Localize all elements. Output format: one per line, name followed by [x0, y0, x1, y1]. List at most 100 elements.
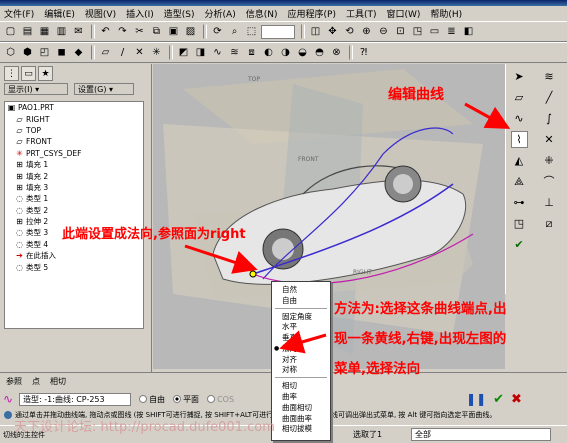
menu-item[interactable]: 编辑(E) [44, 7, 75, 20]
datum-axis-icon[interactable]: ╱ [541, 89, 558, 106]
radio-button[interactable] [139, 395, 148, 403]
menu-item[interactable]: 造型(S) [164, 7, 195, 20]
menu-item[interactable]: 视图(V) [85, 7, 116, 20]
tree-item[interactable]: ▱ TOP [5, 125, 143, 136]
select-arrow-icon[interactable]: ➤ [511, 68, 528, 85]
curve-on-surface-icon[interactable]: ∿ [210, 45, 225, 60]
sketch-curve-icon[interactable]: ∫ [541, 110, 558, 127]
spin-center-icon[interactable]: ✥ [325, 24, 340, 39]
surface-icon[interactable]: ◩ [176, 45, 191, 60]
redo-icon[interactable]: ↷ [115, 24, 130, 39]
section-analysis-icon[interactable]: ⧈ [244, 45, 259, 60]
trim-icon[interactable]: ⟁ [511, 173, 528, 190]
edit-curve-icon[interactable]: ⌇ [510, 131, 528, 148]
active-plane-icon[interactable]: ▱ [511, 89, 528, 106]
hidden-line-icon[interactable]: ⬢ [20, 45, 35, 60]
view-manager-icon[interactable]: ◧ [461, 24, 476, 39]
refit-icon[interactable]: ⊡ [393, 24, 408, 39]
curvature-analysis-icon[interactable]: ≋ [227, 45, 242, 60]
enhanced-realism-icon[interactable]: ◆ [71, 45, 86, 60]
connect-icon[interactable]: ⊶ [511, 194, 528, 211]
radio-free[interactable]: 自由 [139, 394, 165, 405]
tab-model-tree[interactable]: ⋮ [4, 66, 19, 81]
orient-mode-icon[interactable]: ⟲ [342, 24, 357, 39]
datum-plane-display-icon[interactable]: ▱ [98, 45, 113, 60]
tab-folder-browser[interactable]: ▭ [21, 66, 36, 81]
menu-item[interactable]: 文件(F) [4, 7, 34, 20]
curve-reference-field[interactable]: 造型: -1:曲线: CP-253 [19, 392, 132, 406]
settings-dropdown[interactable]: 设置(G) ▾ [74, 83, 134, 95]
create-curve-icon[interactable]: ∿ [511, 110, 528, 127]
shade-analysis-icon[interactable]: ◓ [312, 45, 327, 60]
menu-item[interactable]: 分析(A) [205, 7, 236, 20]
wireframe-icon[interactable]: ⬡ [3, 45, 18, 60]
paste-icon[interactable]: ▣ [166, 24, 181, 39]
save-icon[interactable]: ▦ [37, 24, 52, 39]
regenerate-icon[interactable]: ⟳ [210, 24, 225, 39]
tree-item[interactable]: ▱ FRONT [5, 136, 143, 147]
layers-icon[interactable]: ≣ [444, 24, 459, 39]
context-menu-item[interactable]: 曲面曲率 [272, 413, 330, 424]
show-hide-icon[interactable]: ◳ [511, 215, 528, 232]
slope-analysis-icon[interactable]: ◒ [295, 45, 310, 60]
menu-item[interactable]: 插入(I) [126, 7, 154, 20]
delete-analysis-icon[interactable]: ⊗ [329, 45, 344, 60]
copy-icon[interactable]: ⧉ [149, 24, 164, 39]
radio-button[interactable] [173, 395, 182, 403]
find-icon[interactable]: ⌕ [227, 24, 242, 39]
context-menu-item[interactable]: 曲面相切 [272, 402, 330, 413]
tree-item[interactable]: ◌ 类型 2 [5, 205, 143, 216]
curve-analysis-icon[interactable]: ≋ [541, 68, 558, 85]
menu-item[interactable]: 应用程序(P) [288, 7, 336, 20]
curve-endpoint[interactable] [249, 270, 257, 278]
point-display-icon[interactable]: ✕ [132, 45, 147, 60]
context-menu-item[interactable]: 固定角度 [272, 311, 330, 322]
pause-icon[interactable]: ❚❚ [466, 392, 486, 406]
tree-item[interactable]: ⊞ 填充 2 [5, 170, 143, 181]
repaint-icon[interactable]: ◫ [308, 24, 323, 39]
tree-item[interactable]: ▱ RIGHT [5, 113, 143, 124]
dashboard-tab[interactable]: 相切 [50, 376, 66, 387]
no-hidden-icon[interactable]: ◰ [37, 45, 52, 60]
selection-filter-combo[interactable] [261, 24, 295, 39]
print-icon[interactable]: ▥ [54, 24, 69, 39]
csys-display-icon[interactable]: ✳ [149, 45, 164, 60]
context-menu-item[interactable]: 对齐 [272, 354, 330, 365]
dimension-icon[interactable]: ⊥ [541, 194, 558, 211]
tree-item[interactable]: ✳ PRT_CSYS_DEF [5, 148, 143, 159]
context-menu-item[interactable]: 自然 [272, 284, 330, 295]
context-menu-item[interactable]: 自由 [272, 295, 330, 306]
context-menu-item[interactable]: 相切 [272, 380, 330, 391]
shading-icon[interactable]: ◼ [54, 45, 69, 60]
tree-item[interactable]: ⊞ 填充 1 [5, 159, 143, 170]
point-icon[interactable]: ✕ [541, 131, 558, 148]
zoom-in-icon[interactable]: ⊕ [359, 24, 374, 39]
measure-icon[interactable]: ⧄ [541, 215, 558, 232]
tab-favorites[interactable]: ★ [38, 66, 53, 81]
undo-icon[interactable]: ↶ [98, 24, 113, 39]
tree-item[interactable]: ➔ 在此插入 [5, 250, 143, 261]
dashboard-tab[interactable]: 参照 [6, 376, 22, 387]
new-file-icon[interactable]: ▢ [3, 24, 18, 39]
radio-plane[interactable]: 平面 [173, 394, 199, 405]
display-dropdown[interactable]: 显示(I) ▾ [4, 83, 68, 95]
surface-from-boundaries-icon[interactable]: ◭ [511, 152, 528, 169]
datum-point-icon[interactable]: ⁜ [541, 152, 558, 169]
menu-item[interactable]: 信息(N) [246, 7, 278, 20]
paste-special-icon[interactable]: ▨ [183, 24, 198, 39]
radius-icon[interactable]: ⌒ [541, 173, 558, 190]
dashboard-tab[interactable]: 点 [32, 376, 40, 387]
cancel-x-icon[interactable]: ✖ [511, 392, 522, 407]
radio-button[interactable] [207, 395, 216, 403]
menu-item[interactable]: 帮助(H) [430, 7, 462, 20]
radio-cos[interactable]: COS [207, 395, 234, 404]
context-menu-item[interactable]: 曲率 [272, 391, 330, 402]
context-menu-item[interactable]: 法向 [272, 343, 330, 354]
context-menu-item[interactable]: 相切拔模 [272, 424, 330, 435]
reorient-icon[interactable]: ◳ [410, 24, 425, 39]
context-menu-item[interactable]: 对称 [272, 365, 330, 376]
open-file-icon[interactable]: ▤ [20, 24, 35, 39]
context-menu-item[interactable]: 垂直 [272, 332, 330, 343]
context-help-icon[interactable]: ⁈ [356, 45, 371, 60]
done-check-icon[interactable]: ✔ [511, 236, 528, 253]
